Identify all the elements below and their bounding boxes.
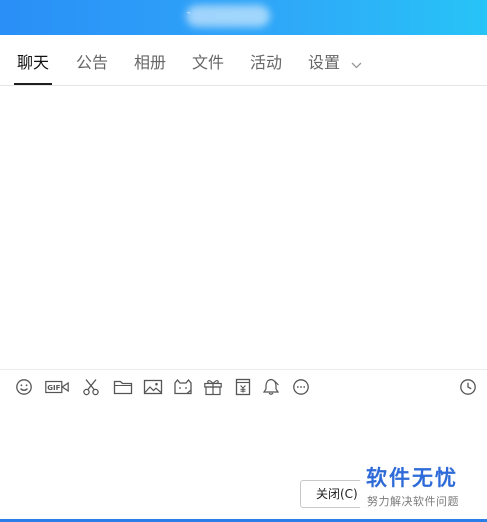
tab-files[interactable]: 文件	[192, 51, 224, 75]
tab-label: 聊天	[17, 53, 50, 72]
gif-text: GIF	[47, 384, 60, 392]
title-fragment: -	[187, 8, 191, 18]
tab-label: 文件	[192, 53, 225, 72]
chevron-down-icon	[351, 52, 362, 76]
watermark-subtitle: 努力解决软件问题	[367, 495, 459, 508]
red-packet-icon[interactable]	[233, 378, 253, 396]
chat-message-area[interactable]	[0, 86, 487, 369]
gift-icon[interactable]	[203, 378, 223, 396]
tab-label: 活动	[250, 53, 283, 72]
watermark: 软件无忧 努力解决软件问题	[360, 460, 476, 515]
input-toolbar: GIF	[0, 369, 487, 404]
bell-icon[interactable]	[261, 378, 281, 396]
more-icon[interactable]	[291, 378, 311, 396]
scissors-icon[interactable]	[81, 378, 101, 396]
history-clock-icon[interactable]	[458, 378, 478, 396]
watermark-title: 软件无忧	[366, 466, 458, 490]
blurred-group-name	[186, 5, 270, 27]
tab-album[interactable]: 相册	[134, 51, 166, 75]
window-titlebar[interactable]: -	[0, 0, 487, 35]
tab-bar: 聊天 公告 相册 文件 活动 设置	[0, 35, 487, 86]
gif-icon[interactable]: GIF	[45, 378, 69, 396]
folder-icon[interactable]	[113, 378, 133, 396]
sticker-icon[interactable]	[173, 378, 193, 396]
tab-label: 相册	[134, 53, 167, 72]
tab-announcement[interactable]: 公告	[76, 51, 108, 75]
tab-label: 公告	[76, 53, 109, 72]
tab-settings[interactable]: 设置	[308, 51, 362, 76]
tab-chat[interactable]: 聊天	[13, 51, 53, 85]
tab-activity[interactable]: 活动	[250, 51, 282, 75]
smiley-icon[interactable]	[14, 378, 34, 396]
tab-label: 设置	[308, 53, 341, 72]
image-icon[interactable]	[143, 378, 163, 396]
